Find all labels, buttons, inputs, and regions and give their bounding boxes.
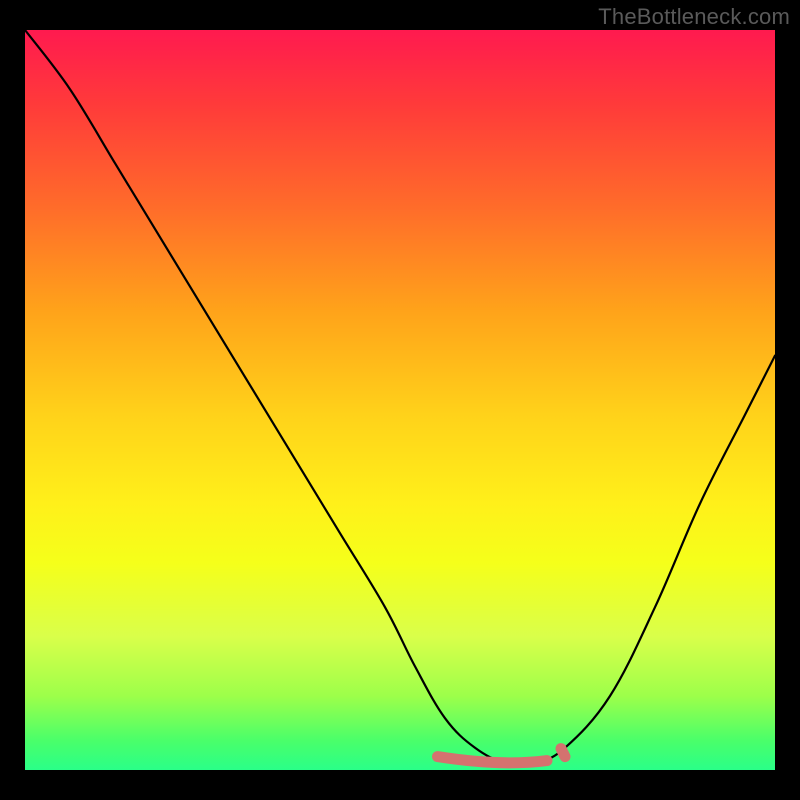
chart-frame: TheBottleneck.com — [0, 0, 800, 800]
plot-svg — [25, 30, 775, 770]
watermark-text: TheBottleneck.com — [598, 4, 790, 30]
flat-minimum-marker — [438, 749, 566, 763]
plot-area — [25, 30, 775, 770]
bottleneck-curve — [25, 30, 775, 765]
